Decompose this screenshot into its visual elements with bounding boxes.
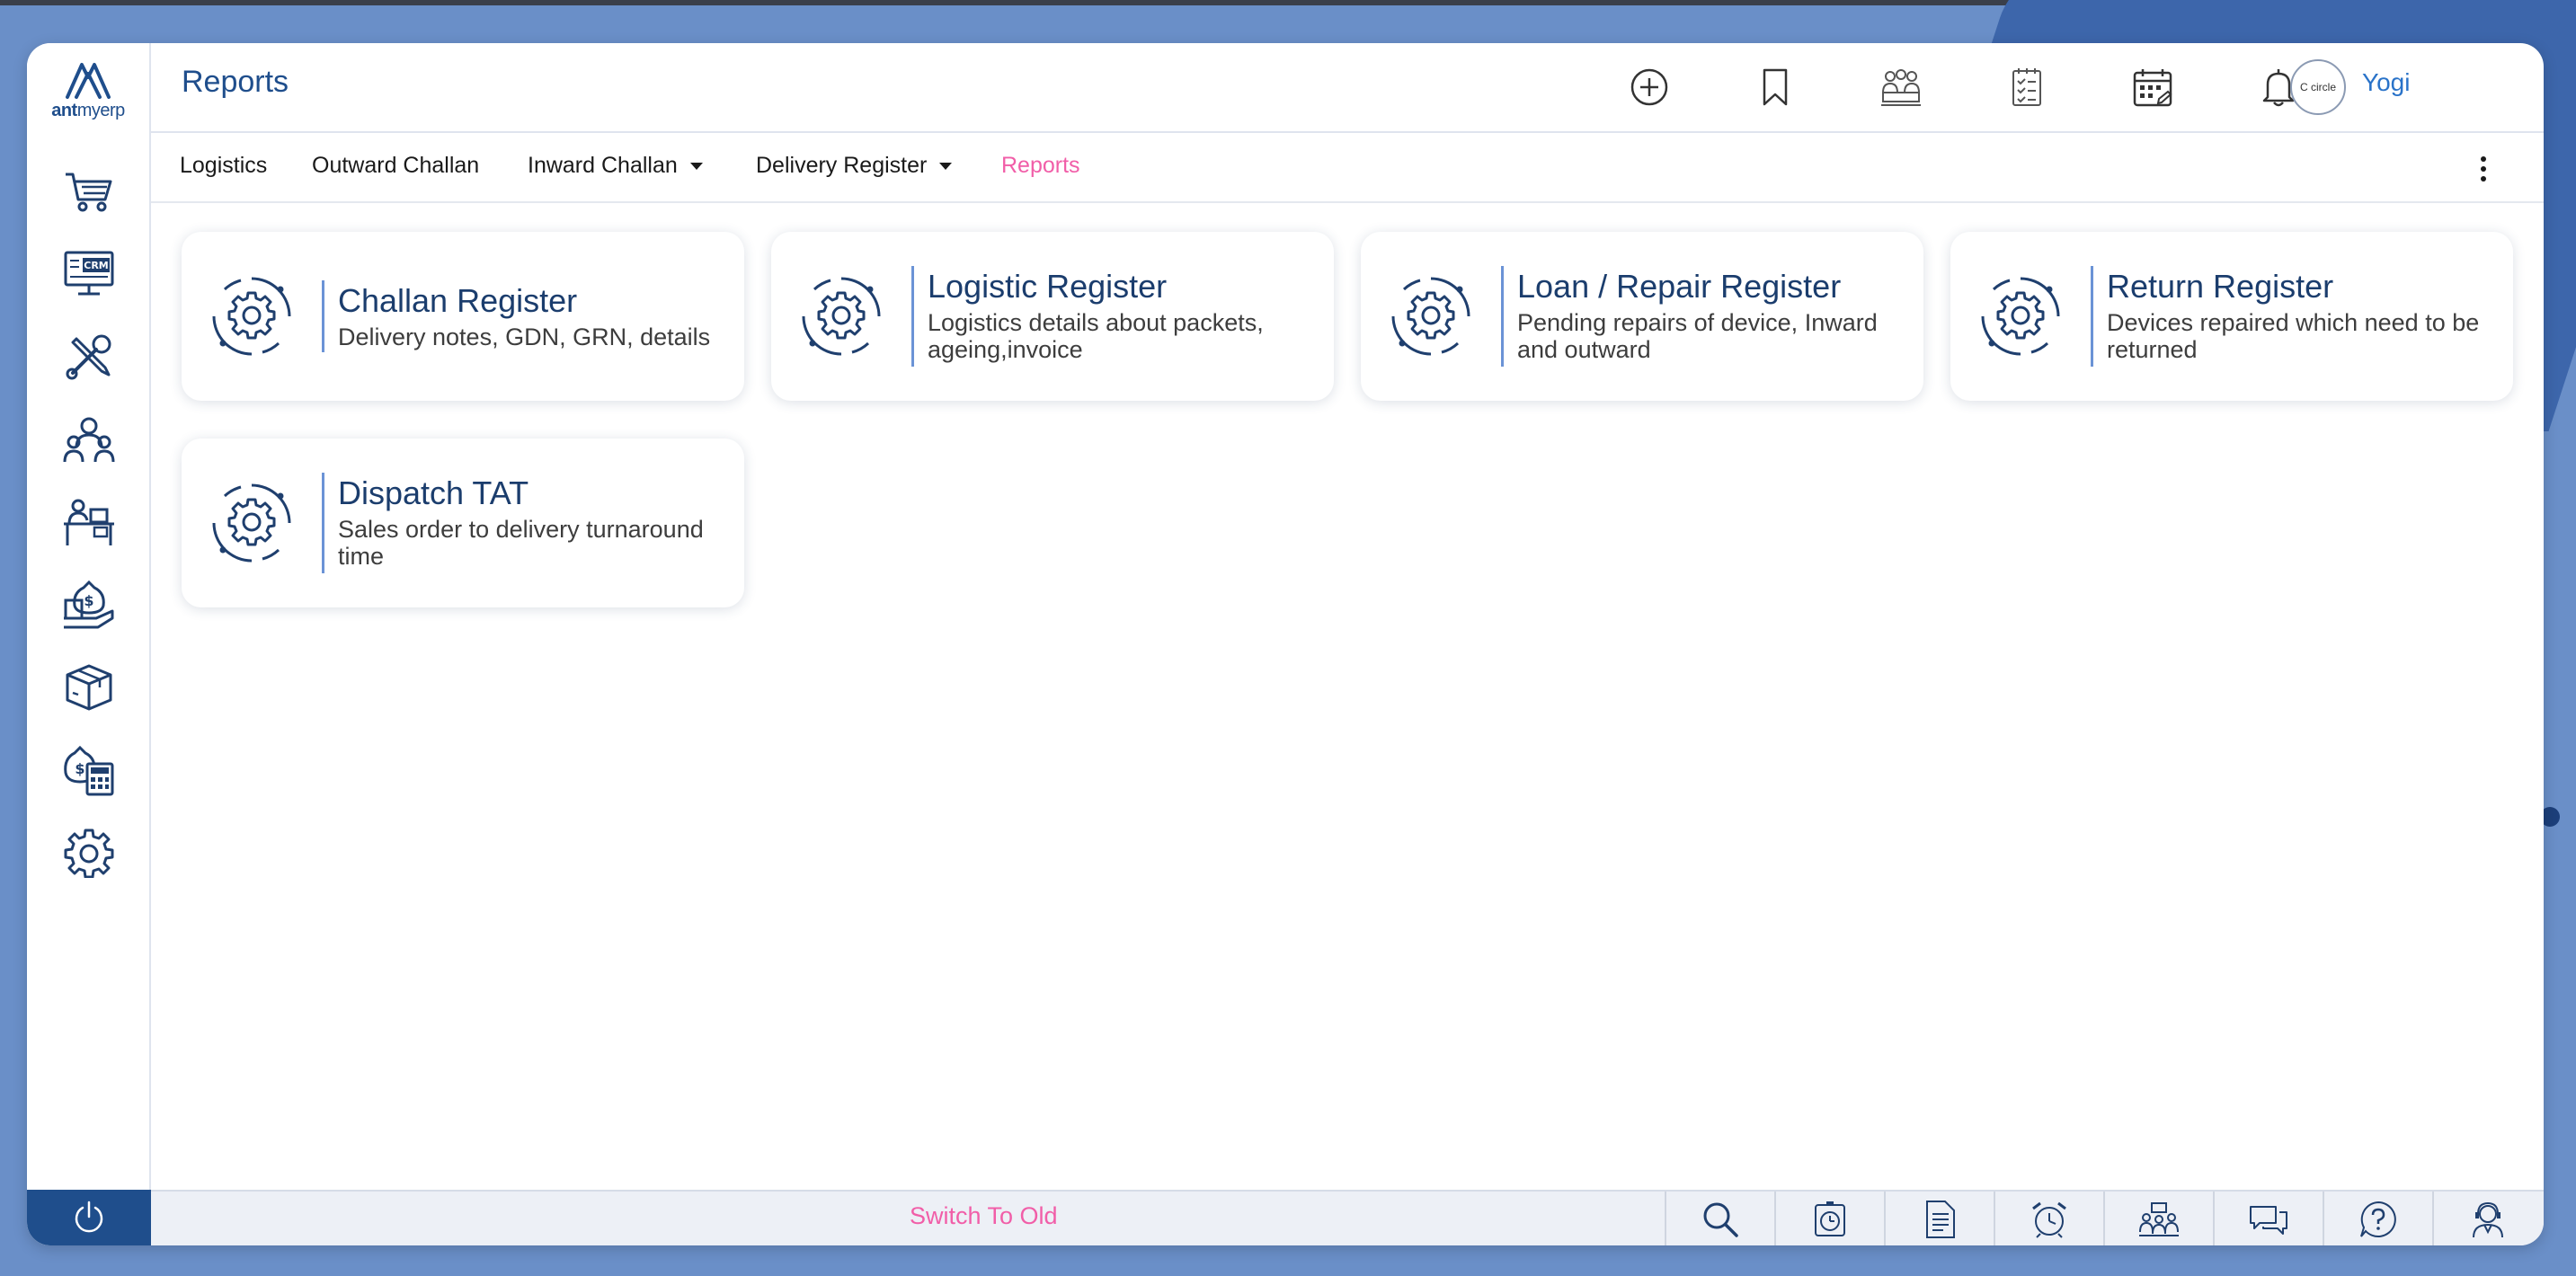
report-card-return-register[interactable]: Return Register Devices repaired which n…	[1950, 232, 2513, 401]
sidebar-item-hr[interactable]	[58, 408, 120, 471]
calendar-button[interactable]	[2128, 63, 2177, 111]
help-icon	[2360, 1201, 2396, 1237]
checklist-icon	[2012, 68, 2041, 106]
card-title: Loan / Repair Register	[1517, 268, 1842, 305]
logout-button[interactable]	[27, 1190, 151, 1245]
footer-search-button[interactable]	[1665, 1192, 1774, 1245]
add-button[interactable]	[1625, 63, 1674, 111]
sidebar: antmyerp CRM $ $	[27, 43, 151, 1245]
tab-delivery-register[interactable]: Delivery Register	[756, 153, 953, 179]
sidebar-item-service[interactable]	[58, 325, 120, 388]
app-logo[interactable]: antmyerp	[43, 61, 133, 133]
sidebar-item-accounts[interactable]: $	[58, 739, 120, 802]
report-gear-icon	[212, 277, 291, 356]
switch-to-old-link[interactable]: Switch To Old	[910, 1202, 1058, 1230]
team-icon	[1881, 69, 1921, 106]
report-gear-icon	[1391, 277, 1470, 356]
money-calculator-icon: $	[64, 745, 114, 796]
report-card-challan-register[interactable]: Challan Register Delivery notes, GDN, GR…	[182, 232, 744, 401]
report-gear-icon	[212, 483, 291, 563]
sidebar-item-inventory[interactable]	[58, 656, 120, 719]
alarm-icon	[2032, 1201, 2066, 1238]
card-description: Sales order to delivery turnaround time	[338, 516, 704, 570]
gear-icon	[64, 829, 114, 878]
stopwatch-icon	[1815, 1201, 1845, 1236]
report-card-dispatch-tat[interactable]: Dispatch TAT Sales order to delivery tur…	[182, 439, 744, 607]
search-icon	[1703, 1202, 1738, 1237]
tasks-button[interactable]	[2003, 63, 2051, 111]
desk-icon	[64, 499, 114, 545]
tab-logistics[interactable]: Logistics	[180, 153, 267, 179]
card-divider	[322, 473, 324, 573]
calendar-icon	[2133, 69, 2172, 107]
card-description: Logistics details about packets, ageing,…	[928, 309, 1264, 363]
finance-icon: $	[64, 580, 114, 629]
footer-chat-button[interactable]	[2213, 1192, 2323, 1245]
support-agent-icon	[2473, 1201, 2503, 1238]
card-description: Delivery notes, GDN, GRN, details	[338, 323, 711, 350]
page-title: Reports	[182, 65, 289, 99]
tab-outward-challan[interactable]: Outward Challan	[312, 153, 479, 179]
footer-meetings-button[interactable]	[2103, 1192, 2213, 1245]
cart-icon	[66, 173, 112, 212]
package-icon	[66, 664, 112, 711]
footer-documents-button[interactable]	[1884, 1192, 1994, 1245]
crm-badge-text: CRM	[84, 260, 109, 271]
card-title: Logistic Register	[928, 268, 1168, 305]
report-gear-icon	[1981, 277, 2060, 356]
sidebar-item-sales[interactable]	[58, 160, 120, 223]
app-window: antmyerp CRM $ $ Reports C circle Yogi L…	[27, 43, 2544, 1245]
tab-reports[interactable]: Reports	[1001, 153, 1080, 179]
report-card-logistic-register[interactable]: Logistic Register Logistics details abou…	[771, 232, 1334, 401]
more-dot	[2481, 156, 2486, 162]
chat-icon	[2250, 1206, 2287, 1235]
logo-text: antmyerp	[51, 101, 125, 120]
card-description: Pending repairs of device, Inward and ou…	[1517, 309, 1878, 363]
card-divider	[911, 266, 914, 367]
more-dot	[2481, 166, 2486, 172]
meeting-icon	[2139, 1202, 2179, 1236]
footer-support-button[interactable]	[2432, 1192, 2542, 1245]
sidebar-item-settings[interactable]	[58, 821, 120, 884]
plus-circle-icon	[1630, 68, 1668, 106]
user-name[interactable]: Yogi	[2362, 68, 2410, 97]
footer-timer-button[interactable]	[1774, 1192, 1884, 1245]
footer-bar: Switch To Old	[151, 1190, 2544, 1245]
card-title: Return Register	[2107, 268, 2334, 305]
people-icon	[63, 417, 115, 463]
sub-navigation: Logistics Outward Challan Inward Challan…	[151, 133, 2544, 203]
card-title: Dispatch TAT	[338, 474, 529, 511]
bookmark-icon	[1763, 68, 1788, 106]
svg-text:$: $	[84, 592, 93, 609]
top-header: Reports C circle Yogi	[151, 43, 2544, 133]
crm-monitor-icon: CRM	[64, 251, 114, 296]
more-dot	[2481, 176, 2486, 182]
power-icon	[75, 1201, 103, 1233]
chevron-down-icon	[939, 162, 953, 170]
chevron-down-icon	[689, 162, 703, 170]
more-options-button[interactable]	[2470, 151, 2497, 187]
card-title: Challan Register	[338, 282, 578, 319]
tools-icon	[66, 334, 111, 380]
tab-inward-challan[interactable]: Inward Challan	[528, 153, 703, 179]
card-description: Devices repaired which need to be return…	[2107, 309, 2480, 363]
sidebar-item-finance[interactable]: $	[58, 573, 120, 636]
svg-text:$: $	[75, 760, 84, 777]
card-divider	[1501, 266, 1504, 367]
report-gear-icon	[802, 277, 881, 356]
sidebar-item-crm[interactable]: CRM	[58, 243, 120, 306]
logo-mark-icon	[66, 63, 111, 99]
footer-reminders-button[interactable]	[1994, 1192, 2103, 1245]
document-icon	[1926, 1201, 1955, 1238]
card-divider	[2091, 266, 2093, 367]
report-card-loan-repair-register[interactable]: Loan / Repair Register Pending repairs o…	[1361, 232, 1923, 401]
card-divider	[322, 280, 324, 352]
footer-help-button[interactable]	[2323, 1192, 2432, 1245]
avatar[interactable]: C circle	[2290, 59, 2346, 115]
bookmarks-button[interactable]	[1751, 63, 1799, 111]
avatar-text: C circle	[2299, 81, 2336, 93]
sidebar-item-office[interactable]	[58, 491, 120, 554]
team-button[interactable]	[1877, 63, 1925, 111]
